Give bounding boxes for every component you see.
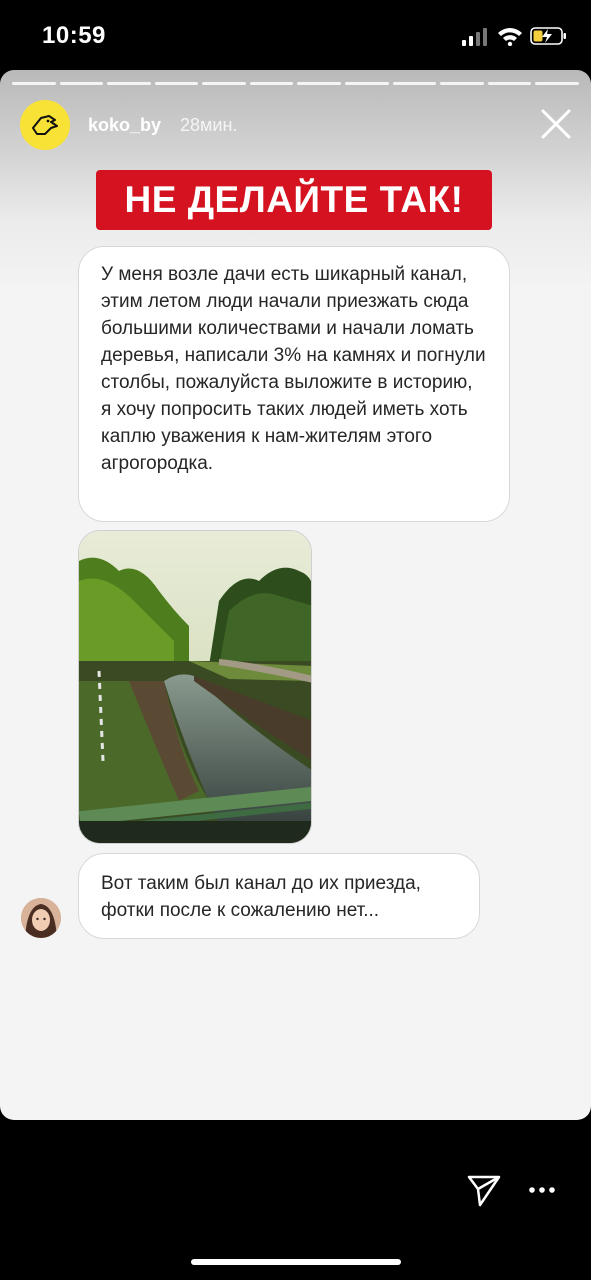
progress-segment [107,82,151,85]
author-avatar[interactable] [20,100,70,150]
progress-segment [487,82,532,85]
story-viewer[interactable]: koko_by 28мин. НЕ ДЕЛАЙТЕ ТАК! У меня во… [0,70,591,1120]
progress-segment [440,82,484,85]
more-dots-icon[interactable] [528,1184,556,1196]
canal-photo [78,530,312,844]
story-progress-bar [12,82,579,85]
progress-segment [249,82,294,85]
wifi-icon [498,28,522,46]
progress-segment [202,82,246,85]
progress-segment [12,82,56,85]
status-time: 10:59 [42,22,106,49]
message-bubble-caption: Вот таким был канал до их приезда, фотки… [78,853,480,939]
progress-segment [535,82,579,85]
warning-banner: НЕ ДЕЛАЙТЕ ТАК! [96,170,492,230]
cellular-signal-icon [462,28,487,46]
author-username[interactable]: koko_by [88,115,161,136]
progress-segment [154,82,199,85]
message-bubble-text: У меня возле дачи есть шикарный канал, э… [78,246,510,522]
progress-segment [345,82,389,85]
sender-avatar[interactable] [21,898,61,938]
progress-segment [297,82,342,85]
dog-logo-icon [32,115,58,135]
close-icon[interactable] [538,106,574,142]
send-icon[interactable] [466,1172,502,1208]
status-bar: 10:59 [0,0,591,70]
progress-segment [392,82,437,85]
home-indicator[interactable] [191,1259,401,1265]
battery-charging-icon [530,27,566,45]
progress-segment [59,82,104,85]
post-time: 28мин. [180,115,238,135]
